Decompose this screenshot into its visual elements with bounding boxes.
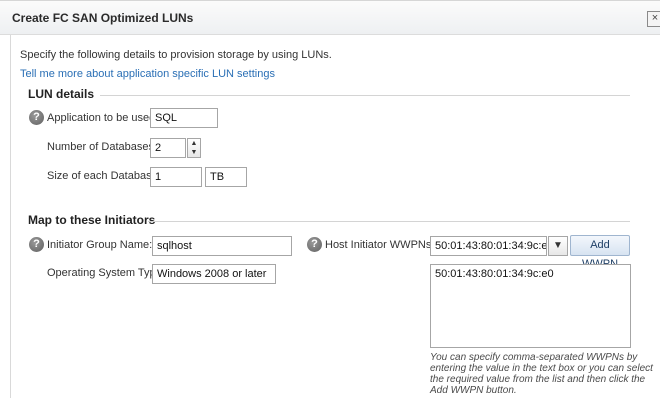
wwpn-list-textarea[interactable]: 50:01:43:80:01:34:9c:e0 [430,264,631,348]
num-databases-stepper[interactable]: ▲ ▼ [187,138,201,158]
db-size-input[interactable]: 1 [150,167,202,187]
application-select[interactable]: SQL ▼ [150,108,218,128]
help-icon[interactable]: ? [307,237,322,252]
initiators-heading: Map to these Initiators [28,213,156,227]
dialog-title: Create FC SAN Optimized LUNs [12,11,194,25]
lun-details-heading: LUN details [28,87,95,101]
intro-text: Specify the following details to provisi… [20,49,332,61]
initiator-group-name-input[interactable]: sqlhost [152,236,292,256]
chevron-down-icon[interactable]: ▼ [548,236,568,256]
lun-settings-help-link[interactable]: Tell me more about application specific … [20,68,275,80]
application-label: Application to be used: [47,112,159,124]
os-type-label: Operating System Type: [47,267,165,279]
create-lun-dialog: Create FC SAN Optimized LUNs × Specify t… [0,0,660,398]
initiator-group-name-value: sqlhost [157,240,192,252]
application-value: SQL [155,112,178,124]
add-wwpn-button[interactable]: Add WWPN [570,235,630,270]
os-type-select[interactable]: Windows 2008 or later ▼ [152,264,276,284]
help-icon[interactable]: ? [29,237,44,252]
dialog-titlebar: Create FC SAN Optimized LUNs × [0,1,660,35]
num-databases-label: Number of Databases: [47,141,158,153]
spinner-up-icon[interactable]: ▲ [188,139,200,148]
wwpn-label: Host Initiator WWPNs: [325,239,435,251]
num-databases-value: 2 [155,142,162,154]
wwpn-selected-value: 50:01:43:80:01:34:9c:e0 [435,240,547,252]
db-size-unit-value: TB [210,171,225,183]
db-size-value: 1 [155,171,162,183]
close-icon: × [651,12,659,24]
wwpn-hint-text: You can specify comma-separated WWPNs by… [430,352,653,396]
help-icon[interactable]: ? [29,110,44,125]
spinner-down-icon[interactable]: ▼ [188,148,200,157]
close-button[interactable]: × [647,11,660,27]
db-size-unit-select[interactable]: TB ▼ [205,167,247,187]
lun-details-divider [100,95,630,96]
db-size-label: Size of each Database: [47,170,161,182]
os-type-value: Windows 2008 or later [157,268,267,280]
wwpn-select[interactable]: 50:01:43:80:01:34:9c:e0 [430,236,547,256]
initiators-divider [148,221,630,222]
wwpn-list-value: 50:01:43:80:01:34:9c:e0 [435,268,554,280]
num-databases-input[interactable]: 2 [150,138,186,158]
initiator-group-name-label: Initiator Group Name: [47,239,153,251]
